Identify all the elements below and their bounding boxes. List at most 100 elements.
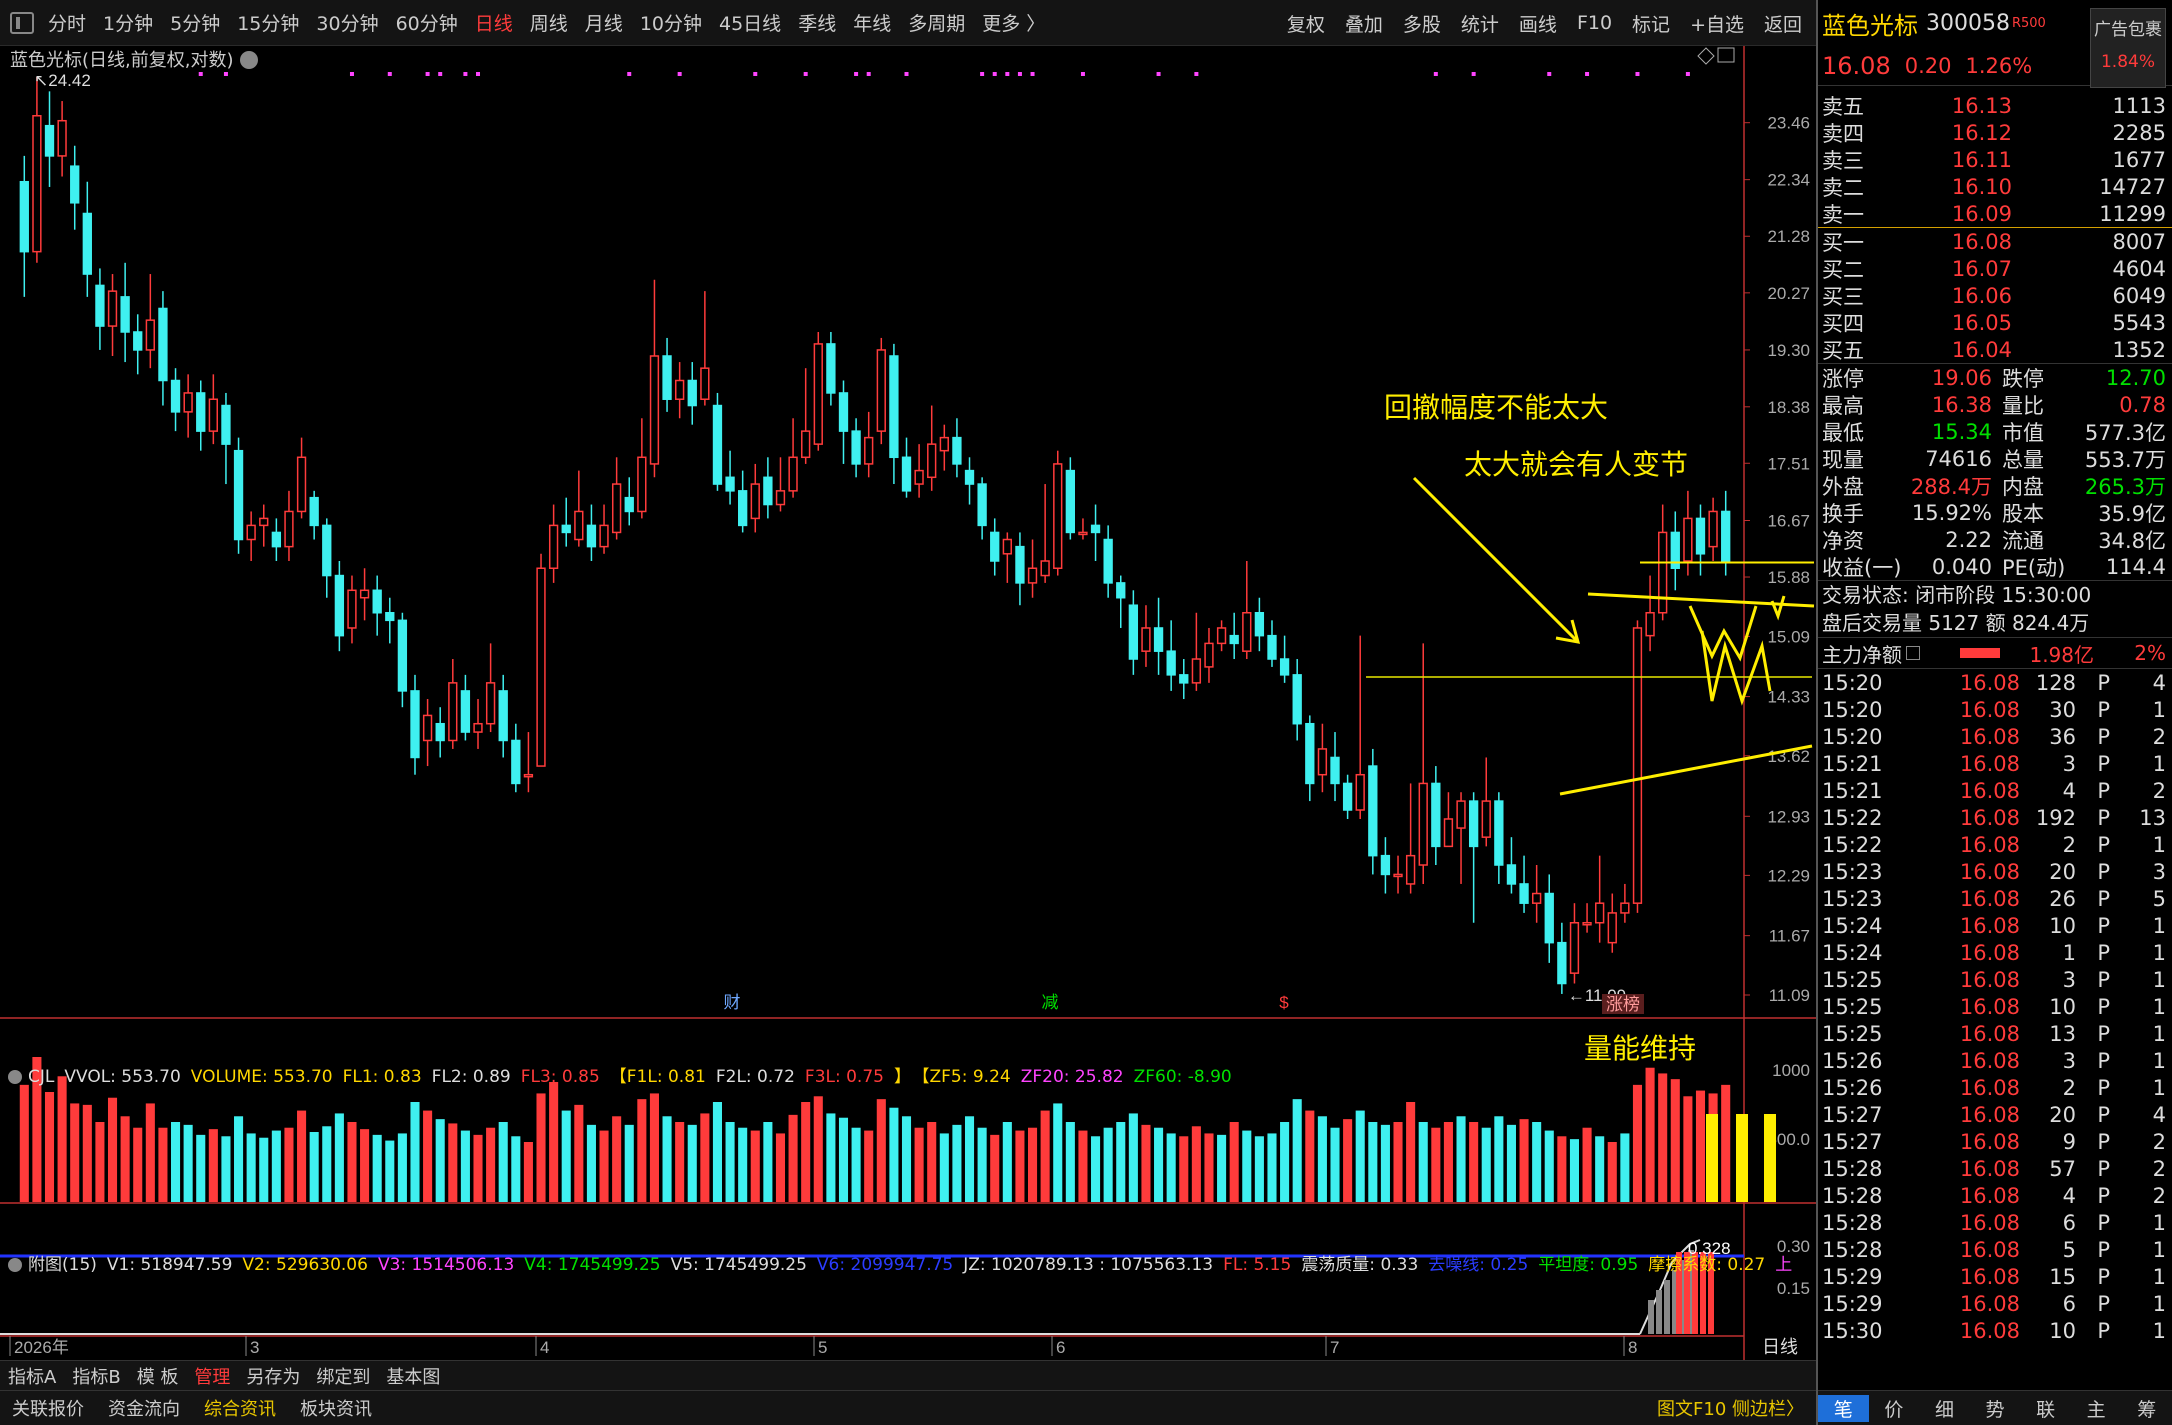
- book-row[interactable]: 买三 16.06 6049: [1818, 282, 2172, 309]
- book-row[interactable]: 卖五 16.13 1113: [1818, 92, 2172, 119]
- tool-5[interactable]: F10: [1577, 12, 1612, 34]
- signal-dot: [904, 72, 909, 76]
- book-row[interactable]: 卖二 16.10 14727: [1818, 173, 2172, 200]
- timeframe-10[interactable]: 45日线: [719, 9, 781, 36]
- status-link-1[interactable]: 资金流向: [108, 1395, 180, 1421]
- tick-row: 15:25 16.08 10 P 1: [1818, 993, 2172, 1020]
- candlestick-chart[interactable]: 23.46 22.34 21.28 20.27 19.30 18.38 17.51 16.67…: [0, 46, 1816, 1360]
- quote-tab-2[interactable]: 细: [1919, 1395, 1970, 1422]
- book-level: 买五: [1822, 338, 1864, 363]
- tick-volume: 6: [2062, 1291, 2076, 1316]
- tool-2[interactable]: 多股: [1403, 10, 1441, 37]
- event-marker[interactable]: $: [1279, 993, 1289, 1012]
- book-row[interactable]: 买四 16.05 5543: [1818, 309, 2172, 336]
- quote-tab-0[interactable]: 笔: [1818, 1394, 1869, 1422]
- indicator-tab-0[interactable]: 指标A: [8, 1363, 56, 1389]
- tool-1[interactable]: 叠加: [1345, 10, 1383, 37]
- volume-bar: [813, 1096, 823, 1202]
- indicator-value: VOLUME: 553.70: [190, 1067, 333, 1087]
- tool-6[interactable]: 标记: [1632, 10, 1670, 37]
- tool-8[interactable]: 返回: [1764, 10, 1802, 37]
- timeframe-5[interactable]: 60分钟: [396, 9, 458, 36]
- quote-tab-4[interactable]: 联: [2020, 1395, 2071, 1422]
- timeframe-1[interactable]: 1分钟: [103, 9, 153, 36]
- timeframe-13[interactable]: 多周期: [908, 9, 965, 36]
- timeframe-14[interactable]: 更多 〉: [982, 9, 1045, 36]
- tick-side: P: [2097, 751, 2110, 776]
- candle-body: [1166, 650, 1176, 676]
- net-flow-bar: [1960, 648, 2000, 658]
- tick-count: 5: [2152, 886, 2166, 911]
- tick-count: 1: [2152, 751, 2166, 776]
- book-volume: 8007: [2112, 229, 2166, 254]
- tool-3[interactable]: 统计: [1461, 10, 1499, 37]
- book-row[interactable]: 买一 16.08 8007: [1818, 228, 2172, 255]
- stat-row: 收益(一) 0.040 PE(动) 114.4: [1818, 553, 2172, 580]
- tool-7[interactable]: +自选: [1690, 10, 1744, 37]
- volume-bar: [801, 1102, 811, 1202]
- status-link-2[interactable]: 综合资讯: [204, 1395, 276, 1421]
- timeframe-11[interactable]: 季线: [798, 9, 836, 36]
- list-icon[interactable]: [1906, 646, 1920, 660]
- period-label[interactable]: 日线: [1762, 1337, 1798, 1358]
- tool-4[interactable]: 画线: [1519, 10, 1557, 37]
- indicator-tab-4[interactable]: 另存为: [246, 1363, 300, 1389]
- tick-list[interactable]: 15:20 16.08 128 P 4 15:20 16.08 30 P 1 15:20 16.08 3…: [1818, 669, 2172, 1344]
- chart-area[interactable]: 23.46 22.34 21.28 20.27 19.30 18.38 17.51 16.67…: [0, 46, 1816, 1360]
- timeframe-7[interactable]: 周线: [530, 9, 568, 36]
- tool-0[interactable]: 复权: [1287, 10, 1325, 37]
- quote-tab-5[interactable]: 主: [2071, 1395, 2122, 1422]
- indicator-tab-1[interactable]: 指标B: [72, 1363, 120, 1389]
- tick-side: P: [2097, 1210, 2110, 1235]
- candle-body: [1544, 892, 1554, 944]
- volume-bar: [738, 1127, 748, 1202]
- collapse-icon[interactable]: [8, 1070, 22, 1084]
- indicator-tab-6[interactable]: 基本图: [386, 1363, 440, 1389]
- timeframe-6[interactable]: 日线: [475, 9, 513, 36]
- event-marker[interactable]: 财: [724, 993, 741, 1012]
- timeframe-4[interactable]: 30分钟: [316, 9, 378, 36]
- book-row[interactable]: 买五 16.04 1352: [1818, 336, 2172, 363]
- event-marker[interactable]: 减: [1042, 993, 1059, 1012]
- status-link-3[interactable]: 板块资讯: [300, 1395, 372, 1421]
- candle-body: [851, 430, 861, 465]
- volume-bar: [675, 1122, 685, 1202]
- volume-indicator-header[interactable]: CJL VVOL: 553.70 VOLUME: 553.70 FL1: 0.83 FL…: [8, 1062, 1242, 1087]
- tick-side: P: [2097, 1183, 2110, 1208]
- timeframe-0[interactable]: 分时: [48, 9, 86, 36]
- volume-bar: [208, 1129, 218, 1202]
- f10-sidebar-link[interactable]: 图文F10 侧边栏〉: [1657, 1395, 1804, 1421]
- volume-bar: [120, 1116, 130, 1202]
- quote-tab-3[interactable]: 势: [1970, 1395, 2021, 1422]
- settings-icon[interactable]: [239, 51, 258, 69]
- status-link-0[interactable]: 关联报价: [12, 1395, 84, 1421]
- book-row[interactable]: 卖一 16.09 11299: [1818, 200, 2172, 227]
- sidebar-toggle-icon[interactable]: [10, 11, 34, 34]
- quote-tab-1[interactable]: 价: [1869, 1395, 1920, 1422]
- candle-body: [1015, 545, 1025, 584]
- candle-body: [1368, 765, 1378, 857]
- diamond-icon[interactable]: [1697, 47, 1715, 65]
- book-row[interactable]: 卖三 16.11 1677: [1818, 146, 2172, 173]
- indicator-tab-2[interactable]: 模 板: [137, 1363, 179, 1389]
- timeframe-8[interactable]: 月线: [585, 9, 623, 36]
- ad-box[interactable]: 广告包裹 1.84%: [2090, 8, 2166, 88]
- volume-bar: [1091, 1136, 1101, 1202]
- net-flow[interactable]: 主力净额 1.98亿 2%: [1818, 637, 2172, 669]
- sub-indicator-header[interactable]: 附图(15) V1: 518947.59 V2: 529630.06 V3: 1514…: [8, 1250, 1802, 1275]
- indicator-value: F3L: 0.75: [804, 1067, 884, 1087]
- volume-bar: [964, 1116, 975, 1202]
- timeframe-2[interactable]: 5分钟: [170, 9, 220, 36]
- timeframe-3[interactable]: 15分钟: [237, 9, 299, 36]
- collapse-icon[interactable]: [8, 1258, 22, 1272]
- candle-body: [1607, 912, 1617, 944]
- indicator-tab-3[interactable]: 管理: [194, 1363, 230, 1389]
- quote-tab-6[interactable]: 筹: [2121, 1395, 2172, 1422]
- timeframe-12[interactable]: 年线: [853, 9, 891, 36]
- panel-toggle-icon[interactable]: [1717, 47, 1735, 63]
- timeframe-9[interactable]: 10分钟: [640, 9, 702, 36]
- book-row[interactable]: 卖四 16.12 2285: [1818, 119, 2172, 146]
- chart-title[interactable]: 蓝色光标(日线,前复权,对数): [10, 46, 258, 72]
- book-row[interactable]: 买二 16.07 4604: [1818, 255, 2172, 282]
- indicator-tab-5[interactable]: 绑定到: [316, 1363, 370, 1389]
